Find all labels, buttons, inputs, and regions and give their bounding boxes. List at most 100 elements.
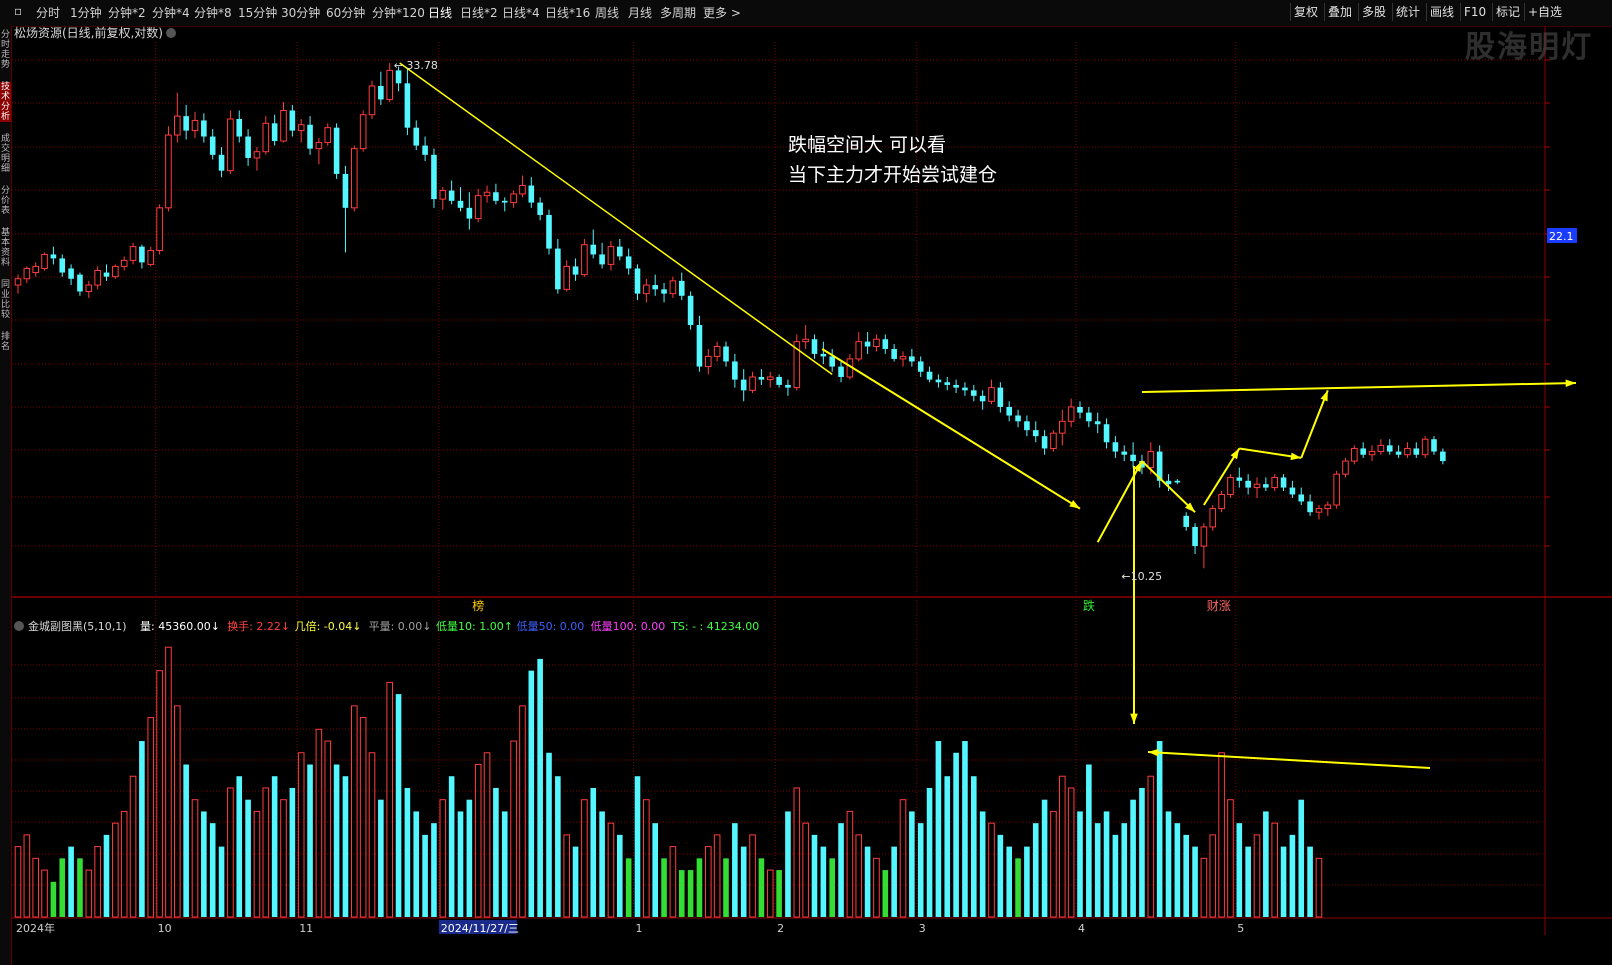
volume-bar (944, 776, 951, 917)
candle-body (909, 356, 915, 362)
volume-bar (262, 787, 270, 918)
candle-body (165, 134, 172, 209)
candle-body (563, 265, 571, 290)
indicator-item-6: 低量100: 0.00 (591, 620, 666, 633)
volume-bar (422, 834, 428, 917)
volume-bar (1077, 811, 1083, 917)
volume-bar (1112, 834, 1119, 917)
candle-body (483, 191, 491, 197)
volume-bar (201, 811, 207, 917)
volume-bar (431, 823, 437, 917)
candle-body (1218, 493, 1225, 510)
volume-bar (1192, 846, 1198, 917)
candle-body (77, 274, 83, 292)
candle-body (1315, 508, 1323, 513)
volume-bar (483, 752, 491, 918)
volume-bar (466, 799, 473, 917)
volume-bar (1218, 752, 1225, 918)
candle-body (546, 214, 552, 249)
signal-marker: 跌 (1083, 598, 1095, 613)
candle-body (156, 207, 163, 252)
volume-bar (882, 870, 889, 917)
candle-body (687, 295, 694, 326)
candle-body (1086, 412, 1092, 422)
trend-arrow-down (821, 348, 1081, 510)
signal-marker: 榜 (472, 598, 484, 613)
indicator-item-4: 低量10: 1.00↑ (436, 620, 513, 633)
candle-body (474, 195, 482, 220)
candle-body (23, 267, 31, 280)
chart-title: 松炀资源(日线,前复权,对数) (14, 25, 163, 40)
volume-bar (687, 870, 694, 917)
candle-body (422, 145, 428, 155)
volume-bar (1298, 799, 1305, 917)
candle-body (1130, 454, 1136, 462)
candle-body (14, 278, 22, 286)
volume-bar (1059, 775, 1066, 918)
candle-body (1006, 406, 1012, 416)
candle-body (448, 190, 455, 201)
candle-body (1192, 526, 1198, 547)
candle-body (811, 339, 818, 354)
volume-bar (785, 811, 791, 917)
volume-bar (1103, 811, 1110, 917)
volume-bar (617, 834, 623, 917)
candle-body (50, 254, 57, 259)
volume-bar (846, 810, 854, 918)
candle-body (732, 361, 738, 380)
candle-body (59, 258, 66, 273)
candle-body (740, 379, 747, 391)
volume-bar (342, 776, 349, 917)
candle-body (147, 250, 155, 265)
candle-body (1280, 477, 1287, 488)
volume-bar (1094, 823, 1101, 917)
volume-bar (758, 858, 765, 917)
candle-body (466, 207, 473, 219)
candle-body (1041, 436, 1048, 449)
candle-body (1377, 444, 1385, 453)
candle-body (891, 348, 897, 359)
volume-bar (404, 787, 411, 917)
candle-body (1077, 406, 1083, 413)
candle-body (342, 173, 349, 208)
volume-bar (227, 787, 234, 918)
volume-bar (1209, 834, 1217, 918)
volume-bar (439, 799, 447, 918)
candle-body (1050, 432, 1057, 449)
candle-body (1440, 451, 1446, 462)
candle-body (1015, 415, 1021, 422)
candle-body (661, 289, 667, 294)
title-dropdown-icon (166, 28, 176, 38)
x-axis-label-0: 2024年 (16, 921, 55, 935)
candle-body (1236, 477, 1243, 481)
candle-body (68, 268, 74, 279)
volume-bar (1236, 823, 1243, 917)
volume-bar (599, 811, 605, 917)
volume-bar (1121, 823, 1128, 917)
trend-line-top (399, 62, 833, 375)
candle-body (1342, 460, 1349, 475)
volume-bar (112, 822, 119, 918)
volume-bar (581, 799, 588, 918)
kline-chart[interactable]: 跌幅空间大 可以看当下主力才开始尝试建仓 ← 33.78 ←10.25 22.1 松炀资… (0, 0, 1612, 965)
candle-body (1032, 430, 1039, 437)
volume-bar (191, 799, 199, 918)
volume-bar (333, 764, 340, 917)
indicator-item-1: 换手: 2.22↓ (227, 619, 290, 633)
wave-arrow-2 (1141, 460, 1196, 513)
candle-body (528, 185, 535, 203)
volume-bar (766, 869, 774, 918)
candle-body (749, 376, 756, 391)
candle-body (1263, 484, 1269, 488)
candle-body (218, 154, 225, 171)
volume-bar (129, 775, 137, 918)
volume-bar (510, 740, 517, 918)
candle-body (1351, 447, 1358, 462)
candle-body (378, 85, 384, 100)
indicator-item-5: 低量50: 0.00 (517, 620, 585, 633)
candle-body (678, 280, 685, 296)
candle-body (785, 384, 791, 388)
volume-compare-arrow (1147, 751, 1431, 769)
volume-bar (50, 881, 57, 917)
candle-body (643, 284, 650, 295)
